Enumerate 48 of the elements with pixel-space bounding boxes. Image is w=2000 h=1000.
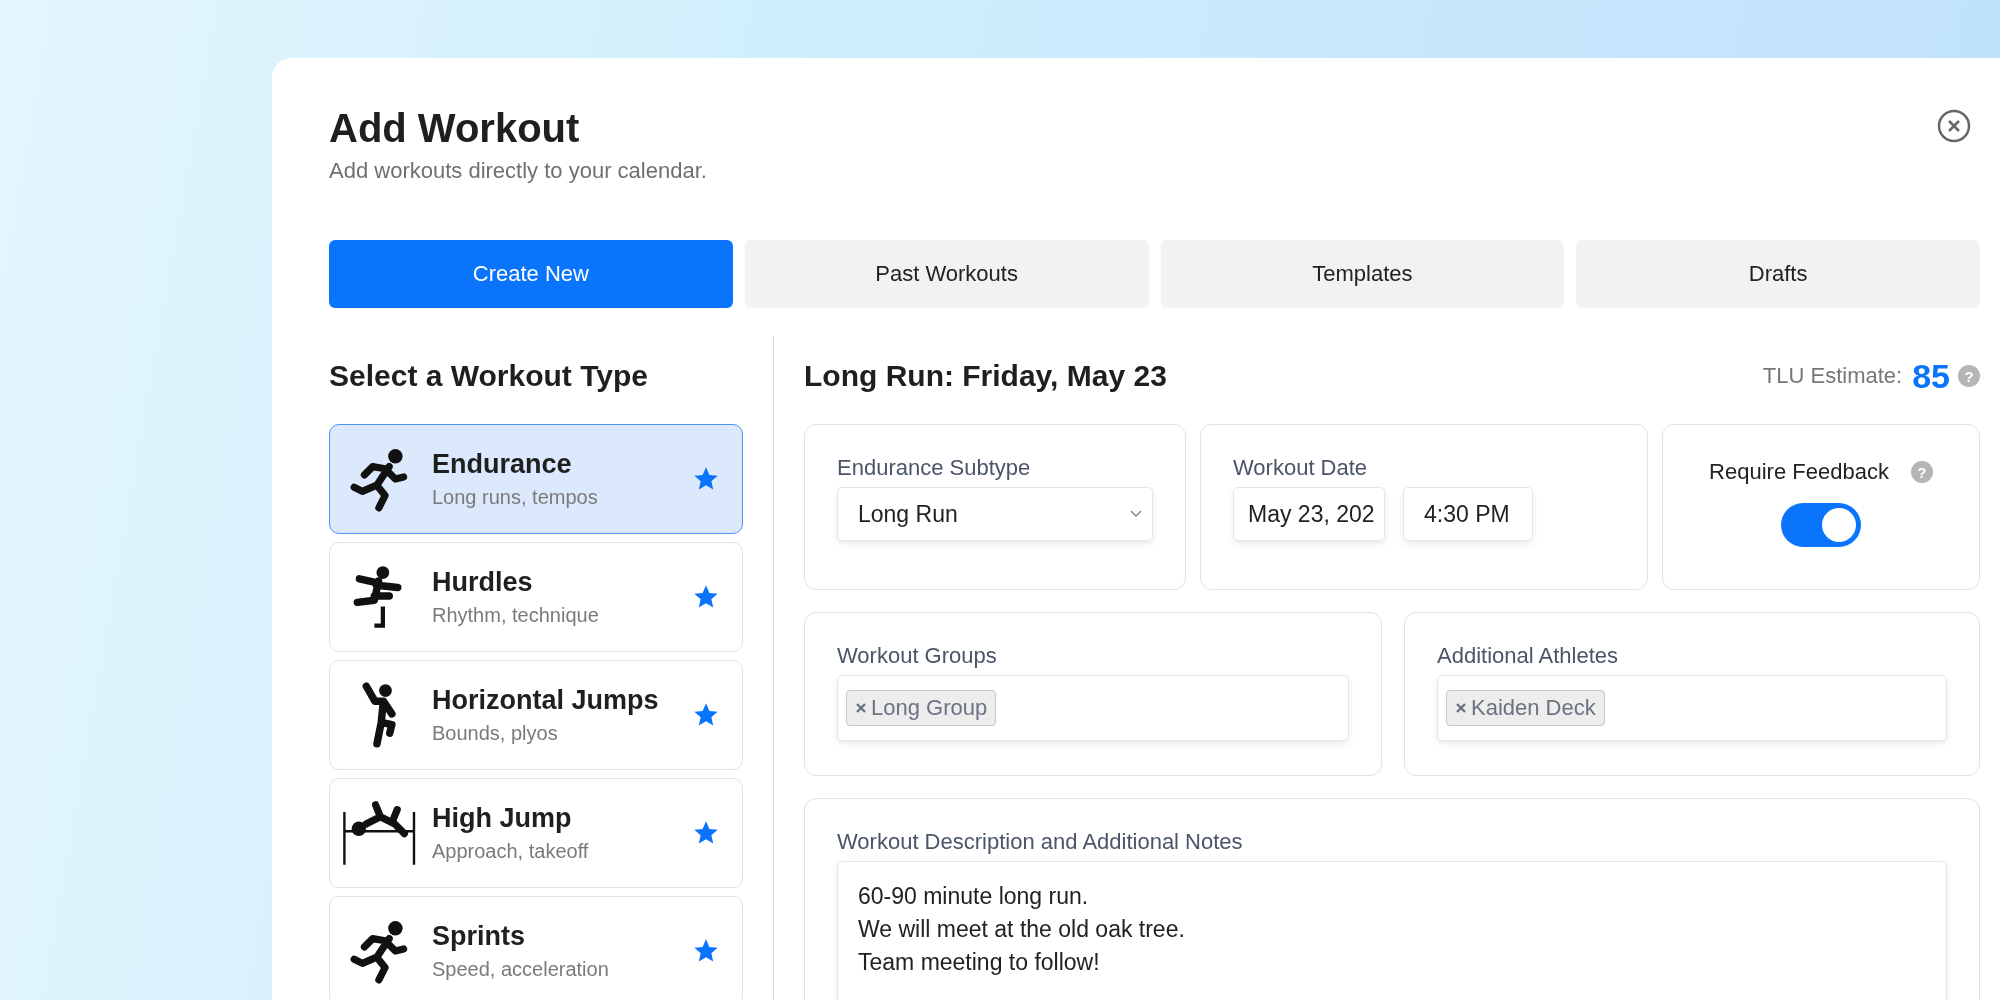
section-heading: Select a Workout Type [329, 358, 649, 394]
close-button[interactable] [1936, 108, 1972, 144]
feedback-label: Require Feedback [1709, 459, 1889, 485]
workout-type-description: Speed, acceleration [432, 958, 610, 981]
workout-heading: Long Run: Friday, May 23 [804, 359, 1168, 393]
tlu-value: 85 [1912, 356, 1950, 396]
subtype-dropdown[interactable]: Long Run [837, 487, 1153, 541]
field-label: Additional Athletes [1437, 643, 1620, 669]
workout-type-name: Hurdles [432, 567, 534, 598]
field-label: Workout Description and Additional Notes [837, 829, 1244, 855]
workout-type-name: High Jump [432, 803, 573, 834]
notes-field[interactable]: 60-90 minute long run. We will meet at the old oak tree. Team meeting to follow! [837, 861, 1947, 1000]
jumper-icon [360, 682, 398, 748]
field-label: Endurance Subtype [837, 455, 1032, 481]
workout-type-description: Bounds, plyos [432, 722, 559, 745]
tab[interactable]: Past Workouts [744, 240, 1149, 308]
field-label: Workout Groups [837, 643, 998, 669]
workout-type-card[interactable]: Horizontal Jumps Bounds, plyos [329, 660, 743, 770]
tag-chip[interactable]: Kaiden Deck [1446, 690, 1605, 726]
runner-icon [349, 918, 409, 984]
tlu-label: TLU Estimate: [1762, 363, 1903, 389]
workout-type-name: Sprints [432, 921, 526, 952]
workout-type-description: Rhythm, technique [432, 604, 600, 627]
workout-type-card[interactable]: Sprints Speed, acceleration [329, 896, 743, 1000]
workout-type-card[interactable]: High Jump Approach, takeoff [329, 778, 743, 888]
field-label: Workout Date [1233, 455, 1369, 481]
remove-icon[interactable] [855, 702, 867, 714]
time-field[interactable]: 4:30 PM [1403, 487, 1533, 541]
tag-chip[interactable]: Long Group [846, 690, 997, 726]
remove-icon[interactable] [1455, 702, 1467, 714]
workout-type-description: Long runs, tempos [432, 486, 599, 509]
workout-type-name: Horizontal Jumps [432, 685, 660, 716]
workout-type-description: Approach, takeoff [432, 840, 590, 863]
athletes-field[interactable]: Kaiden Deck [1437, 675, 1947, 741]
tab[interactable]: Drafts [1576, 240, 1980, 308]
tab[interactable]: Templates [1160, 240, 1565, 308]
runner-icon [349, 446, 409, 512]
dialog-subtitle: Add workouts directly to your calendar. [329, 158, 708, 184]
dialog-title: Add Workout [329, 105, 580, 152]
tab[interactable]: Create New [329, 240, 733, 308]
workout-type-card[interactable]: Endurance Long runs, tempos [329, 424, 743, 534]
workout-type-card[interactable]: Hurdles Rhythm, technique [329, 542, 743, 652]
feedback-toggle[interactable] [1781, 503, 1861, 547]
workout-type-name: Endurance [432, 449, 573, 480]
groups-field[interactable]: Long Group [837, 675, 1349, 741]
date-field[interactable]: May 23, 202 [1233, 487, 1385, 541]
high-jumper-icon [341, 800, 417, 866]
caret-icon [1130, 510, 1142, 518]
